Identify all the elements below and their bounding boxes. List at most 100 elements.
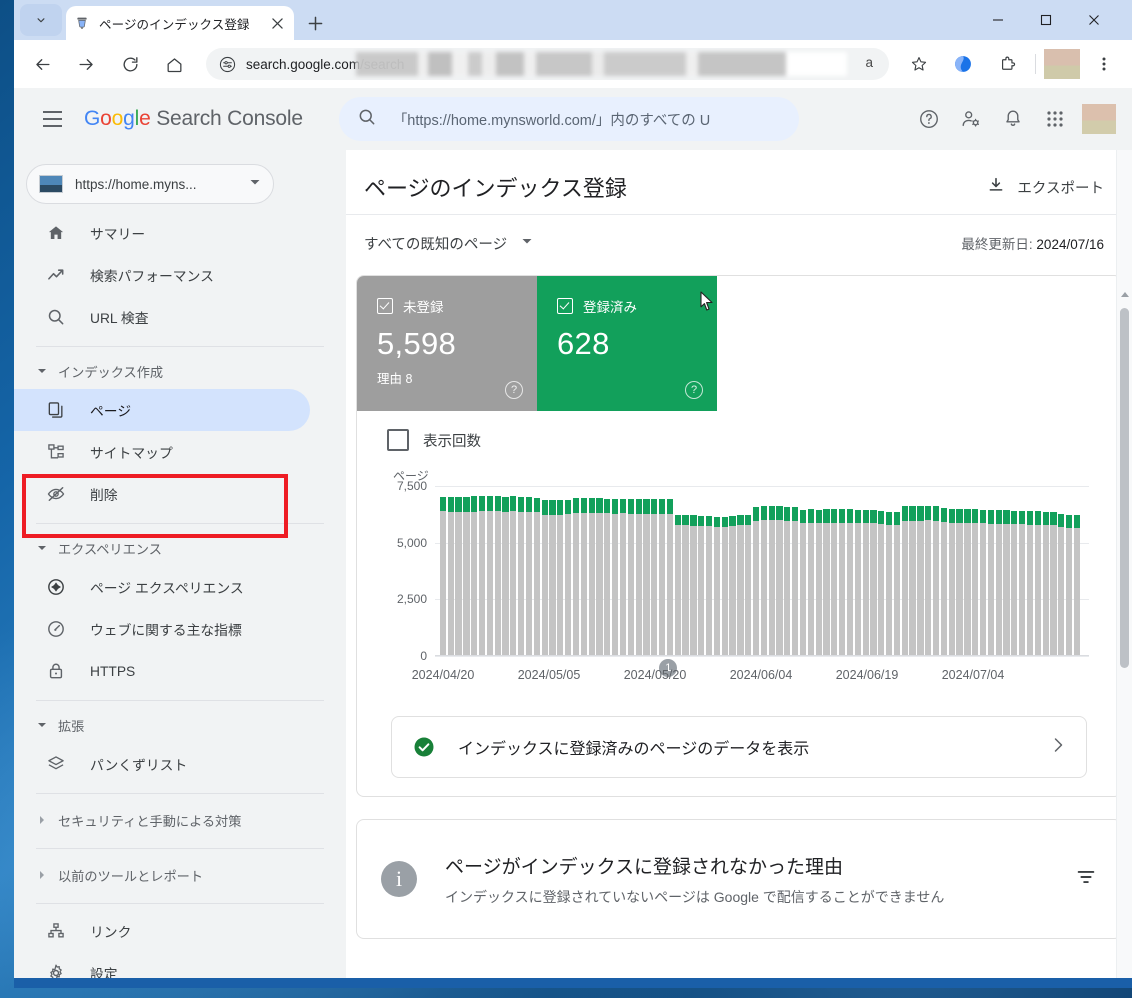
sidebar-section-experience[interactable]: エクスペリエンス	[14, 530, 346, 566]
chart-bar[interactable]	[549, 500, 556, 656]
chart-bar[interactable]	[565, 499, 572, 656]
chart-bar[interactable]	[713, 516, 721, 656]
chart-bar[interactable]	[690, 515, 697, 656]
window-minimize-button[interactable]	[974, 0, 1022, 40]
metric-tile-indexed[interactable]: 登録済み 628 ?	[537, 276, 717, 411]
sidebar-item-core-web-vitals[interactable]: ウェブに関する主な指標	[14, 608, 310, 650]
tab-search-chevron-icon[interactable]	[20, 4, 62, 36]
back-button[interactable]	[25, 47, 59, 81]
sidebar-item-summary[interactable]: サマリー	[14, 212, 310, 254]
chart-bar[interactable]	[643, 499, 650, 656]
chart-bar[interactable]	[651, 499, 658, 656]
chart-bar[interactable]	[580, 498, 587, 656]
chart-bar[interactable]	[799, 509, 807, 656]
chart-bar[interactable]	[471, 496, 478, 656]
chart-bar[interactable]	[729, 516, 736, 656]
scrollbar-thumb[interactable]	[1120, 308, 1129, 668]
profile-avatar[interactable]	[1044, 49, 1080, 79]
reload-button[interactable]	[113, 47, 147, 81]
chart-bar[interactable]	[604, 498, 611, 656]
chart-bar[interactable]	[721, 516, 728, 656]
chart-bar[interactable]	[588, 498, 595, 656]
user-avatar[interactable]	[1082, 104, 1116, 134]
scroll-up-arrow-icon[interactable]	[1121, 292, 1129, 297]
chart-bar[interactable]	[925, 505, 932, 656]
home-button[interactable]	[157, 47, 191, 81]
metric-tile-not-indexed[interactable]: 未登録 5,598 理由 8 ?	[357, 276, 537, 411]
chart-bar[interactable]	[1073, 515, 1081, 656]
sidebar-item-page-experience[interactable]: ページ エクスペリエンス	[14, 566, 310, 608]
checkbox-checked-icon[interactable]	[377, 298, 393, 314]
gsc-search-box[interactable]: 「https://home.mynsworld.com/」内のすべての U	[338, 97, 799, 141]
menu-hamburger-icon[interactable]	[28, 95, 76, 143]
chart-bar[interactable]	[831, 509, 838, 656]
chart-bar[interactable]	[1003, 510, 1010, 656]
impressions-toggle[interactable]: 表示回数	[375, 425, 1103, 457]
chart-bar[interactable]	[760, 506, 767, 656]
checkbox-unchecked-icon[interactable]	[387, 429, 409, 451]
chart-bar[interactable]	[752, 507, 760, 656]
chart-bar[interactable]	[846, 509, 854, 656]
chart-bar[interactable]	[533, 497, 540, 656]
chart-bar[interactable]	[972, 509, 979, 656]
chart-bar[interactable]	[886, 512, 893, 656]
chart-bar[interactable]	[463, 496, 470, 656]
chart-bar[interactable]	[1058, 513, 1065, 656]
chart-bar[interactable]	[784, 506, 791, 656]
chart-bar[interactable]	[1011, 510, 1018, 656]
chart-bar[interactable]	[987, 509, 994, 656]
google-sync-icon[interactable]	[946, 47, 980, 81]
sidebar-item-links[interactable]: リンク	[14, 910, 310, 952]
property-selector[interactable]: https://home.myns...	[26, 164, 274, 204]
chart-bar[interactable]	[635, 499, 642, 656]
chart-bar[interactable]	[612, 498, 619, 656]
chart-bar[interactable]	[940, 508, 948, 656]
chart-bar[interactable]	[478, 495, 486, 656]
help-icon[interactable]: ?	[685, 381, 703, 399]
chart-bar[interactable]	[932, 506, 940, 656]
help-icon[interactable]: ?	[505, 381, 523, 399]
chart-bar[interactable]	[705, 516, 713, 656]
notifications-bell-icon[interactable]	[992, 98, 1034, 140]
chart-bar[interactable]	[815, 509, 822, 656]
chart-bar[interactable]	[1066, 514, 1073, 656]
chart-bar[interactable]	[1042, 511, 1049, 656]
chart-bar[interactable]	[948, 508, 955, 656]
known-pages-filter[interactable]: すべての既知のページ	[364, 233, 533, 254]
chart-bar[interactable]	[572, 498, 580, 656]
index-coverage-chart[interactable]: 0 2,500 5,000 7,500 1	[375, 479, 1103, 677]
view-indexed-pages-banner[interactable]: インデックスに登録済みのページのデータを表示	[391, 716, 1087, 778]
chart-bar[interactable]	[862, 509, 869, 656]
chart-bar[interactable]	[447, 496, 454, 656]
chart-bar[interactable]	[1019, 510, 1026, 656]
sidebar-item-pages[interactable]: ページ	[14, 389, 310, 431]
chart-bar[interactable]	[792, 507, 799, 656]
chart-bar[interactable]	[494, 496, 501, 656]
chart-bar[interactable]	[893, 512, 901, 656]
chart-bar[interactable]	[1034, 511, 1041, 656]
chart-bar[interactable]	[525, 496, 533, 656]
window-maximize-button[interactable]	[1022, 0, 1070, 40]
help-icon[interactable]	[908, 98, 950, 140]
chart-bar[interactable]	[839, 509, 846, 656]
sidebar-item-sitemaps[interactable]: サイトマップ	[14, 431, 310, 473]
sidebar-section-indexing[interactable]: インデックス作成	[14, 353, 346, 389]
chart-bar[interactable]	[1050, 512, 1057, 656]
chart-bar[interactable]	[964, 509, 971, 656]
chart-bar[interactable]	[557, 499, 564, 656]
new-tab-button[interactable]	[302, 10, 328, 36]
chart-bar[interactable]	[541, 500, 548, 656]
page-scrollbar[interactable]	[1116, 150, 1132, 988]
google-apps-grid-icon[interactable]	[1034, 98, 1076, 140]
chart-bar[interactable]	[502, 496, 509, 656]
chart-bar[interactable]	[901, 506, 908, 656]
chart-bar[interactable]	[995, 510, 1002, 656]
sidebar-item-url-inspection[interactable]: URL 検査	[14, 296, 310, 338]
window-close-button[interactable]	[1070, 0, 1118, 40]
chart-bar[interactable]	[823, 509, 830, 656]
chart-bar[interactable]	[956, 509, 963, 656]
sidebar-section-security[interactable]: セキュリティと手動による対策	[14, 800, 346, 840]
chart-bar[interactable]	[439, 496, 447, 656]
chrome-menu-icon[interactable]	[1087, 47, 1121, 81]
bookmark-star-icon[interactable]	[902, 47, 936, 81]
